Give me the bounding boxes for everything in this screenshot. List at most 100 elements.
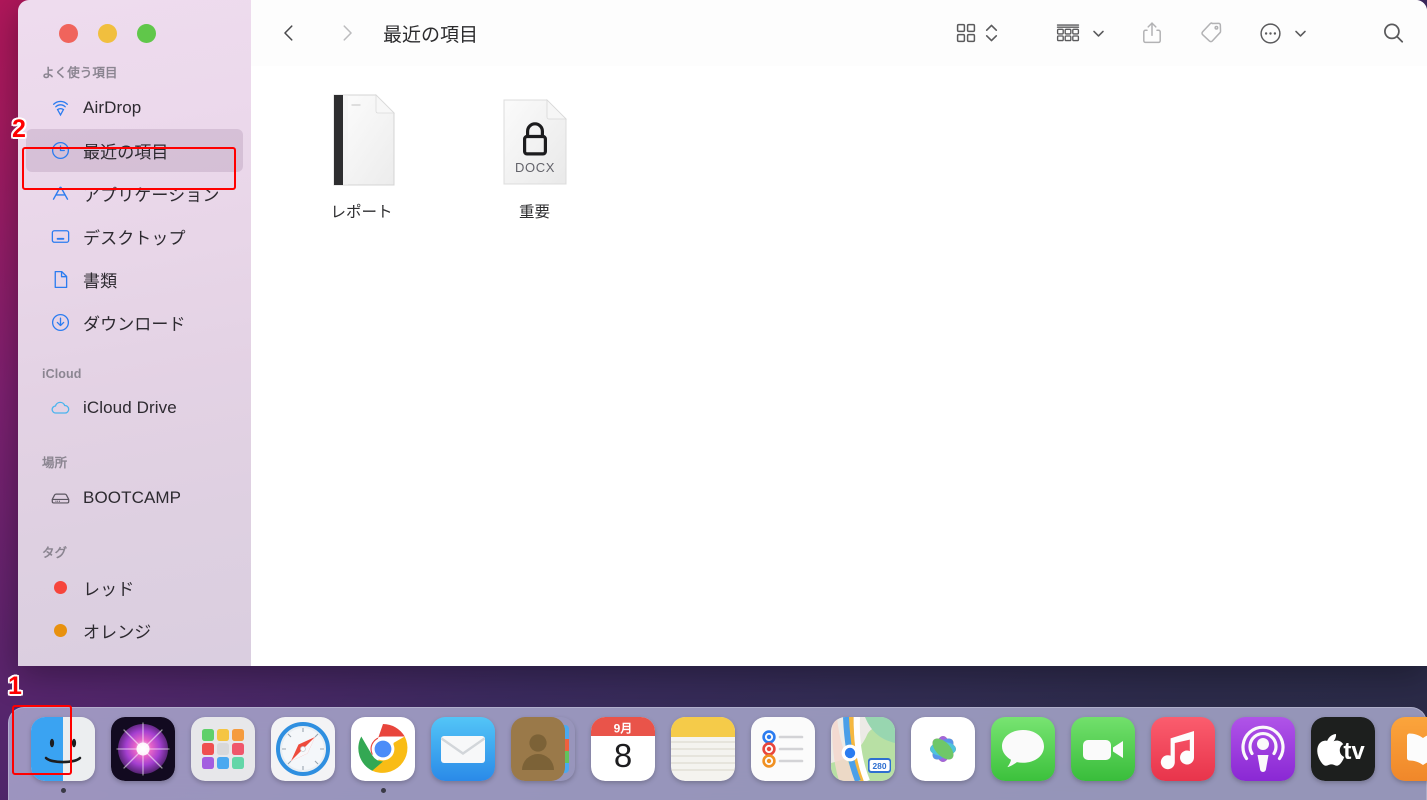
finder-icon[interactable] (31, 717, 95, 781)
finder-main-pane: 最近の項目 レポート DOCX 重要 (251, 0, 1427, 666)
page-title: 最近の項目 (383, 24, 479, 46)
group-by-chevron[interactable] (1091, 13, 1106, 53)
file-name: レポート (330, 204, 393, 221)
toolbar-actions (954, 13, 1427, 53)
sidebar-item-label: AirDrop (83, 97, 142, 117)
sidebar-item-label: iCloud Drive (83, 397, 177, 417)
dock-item-safari[interactable] (263, 717, 343, 793)
sidebar-item-label: アプリケーション (83, 186, 220, 205)
traffic-lights (59, 24, 156, 43)
sidebar-item-label: デスクトップ (83, 229, 186, 248)
dock-item-maps[interactable]: 280 (823, 717, 903, 793)
tag-dot-red-icon (54, 581, 67, 594)
sidebar-item-airdrop[interactable]: AirDrop (26, 86, 243, 129)
contacts-icon[interactable] (511, 717, 575, 781)
calendar-day-label: 8 (614, 737, 632, 774)
dock-item-photos[interactable] (903, 717, 983, 793)
podcasts-icon[interactable] (1231, 717, 1295, 781)
sidebar-item-bootcamp[interactable]: BOOTCAMP (26, 476, 243, 519)
safari-icon[interactable] (271, 717, 335, 781)
dock-item-music[interactable] (1143, 717, 1223, 793)
back-button[interactable] (269, 13, 309, 53)
sidebar-item-label: レッド (83, 580, 135, 599)
maps-route-label: 280 (873, 761, 887, 771)
photos-icon[interactable] (911, 717, 975, 781)
file-item-important[interactable]: DOCX 重要 (448, 90, 621, 222)
annotation-number-2: 2 (12, 115, 26, 143)
finder-toolbar: 最近の項目 (251, 0, 1427, 66)
running-indicator (60, 788, 66, 793)
chrome-icon[interactable] (351, 717, 415, 781)
file-name: 重要 (518, 204, 550, 221)
sidebar-item-tag-red[interactable]: レッド (26, 566, 243, 609)
sidebar-item-tag-orange[interactable]: オレンジ (26, 609, 243, 652)
sidebar-item-label: オレンジ (83, 623, 152, 642)
group-by-button[interactable] (1055, 13, 1081, 53)
sidebar-item-documents[interactable]: 書類 (26, 258, 243, 301)
dock-item-chrome[interactable] (343, 717, 423, 793)
annotation-number-1: 1 (8, 672, 22, 700)
sidebar-item-applications[interactable]: アプリケーション (26, 172, 243, 215)
launchpad-icon[interactable] (191, 717, 255, 781)
appletv-icon[interactable]: tv (1311, 717, 1375, 781)
file-grid: レポート DOCX 重要 (251, 66, 1427, 666)
sidebar-section-icloud-title: iCloud (42, 367, 82, 381)
dock: 9月 8 280 tv (8, 707, 1427, 800)
calendar-icon[interactable]: 9月 8 (591, 717, 655, 781)
cloud-icon (50, 397, 71, 418)
maps-icon[interactable]: 280 (831, 717, 895, 781)
sidebar-item-recents[interactable]: 最近の項目 (26, 129, 243, 172)
books-icon[interactable] (1391, 717, 1427, 781)
harddisk-icon (50, 487, 71, 508)
sidebar-item-downloads[interactable]: ダウンロード (26, 301, 243, 344)
forward-button[interactable] (327, 13, 367, 53)
facetime-icon[interactable] (1071, 717, 1135, 781)
siri-icon[interactable] (111, 717, 175, 781)
sidebar-item-label: BOOTCAMP (83, 487, 182, 507)
maximize-button[interactable] (137, 24, 156, 43)
download-icon (50, 312, 71, 333)
dock-item-calendar[interactable]: 9月 8 (583, 717, 663, 793)
dock-item-appletv[interactable]: tv (1303, 717, 1383, 793)
finder-window: よく使う項目 AirDrop 最近の項目 アプリケーション デスクトップ 書類 … (18, 0, 1427, 666)
desktop: よく使う項目 AirDrop 最近の項目 アプリケーション デスクトップ 書類 … (0, 0, 1427, 800)
sidebar-item-label: 最近の項目 (83, 143, 169, 162)
reminders-icon[interactable] (751, 717, 815, 781)
view-stepper[interactable] (984, 13, 999, 53)
mail-icon[interactable] (431, 717, 495, 781)
dock-item-mail[interactable] (423, 717, 503, 793)
search-button[interactable] (1380, 13, 1407, 53)
dock-item-contacts[interactable] (503, 717, 583, 793)
dock-item-launchpad[interactable] (183, 717, 263, 793)
applications-icon (50, 183, 71, 204)
document-icon (50, 269, 71, 290)
dock-item-books[interactable] (1383, 717, 1427, 793)
finder-sidebar: よく使う項目 AirDrop 最近の項目 アプリケーション デスクトップ 書類 … (18, 0, 251, 666)
messages-icon[interactable] (991, 717, 1055, 781)
tag-button[interactable] (1198, 13, 1224, 53)
sidebar-item-desktop[interactable]: デスクトップ (26, 215, 243, 258)
dock-item-notes[interactable] (663, 717, 743, 793)
dock-item-podcasts[interactable] (1223, 717, 1303, 793)
dock-item-reminders[interactable] (743, 717, 823, 793)
share-button[interactable] (1140, 13, 1164, 53)
icon-view-button[interactable] (954, 13, 978, 53)
notes-icon[interactable] (671, 717, 735, 781)
plain-document-icon (324, 90, 400, 188)
dock-item-siri[interactable] (103, 717, 183, 793)
sidebar-item-icloud-drive[interactable]: iCloud Drive (26, 386, 243, 429)
dock-item-messages[interactable] (983, 717, 1063, 793)
dock-item-finder[interactable] (23, 717, 103, 793)
minimize-button[interactable] (98, 24, 117, 43)
clock-icon (50, 140, 71, 161)
file-item-report[interactable]: レポート (275, 90, 448, 222)
locked-document-icon: DOCX (500, 90, 570, 188)
dock-item-facetime[interactable] (1063, 717, 1143, 793)
sidebar-item-label: ダウンロード (83, 315, 186, 334)
music-icon[interactable] (1151, 717, 1215, 781)
running-indicator (380, 788, 386, 793)
file-badge: DOCX (515, 160, 555, 175)
close-button[interactable] (59, 24, 78, 43)
more-options-chevron[interactable] (1293, 13, 1308, 53)
more-options-button[interactable] (1258, 13, 1283, 53)
